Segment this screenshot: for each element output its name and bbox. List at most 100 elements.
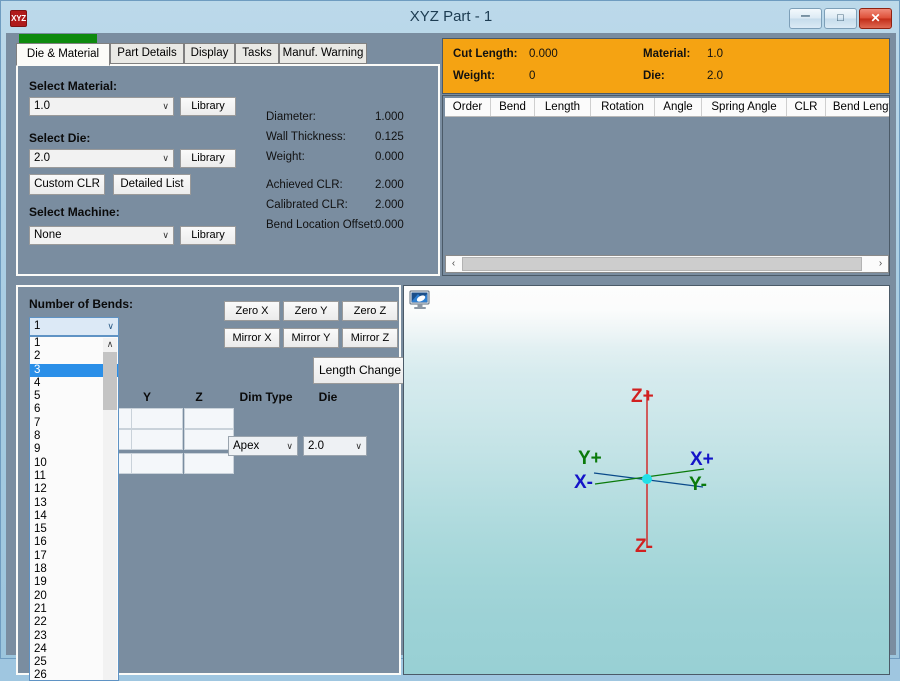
column-header-clr[interactable]: CLR bbox=[787, 98, 826, 117]
die-library-button[interactable]: Library bbox=[180, 149, 236, 168]
scroll-up-icon[interactable]: ∧ bbox=[103, 338, 117, 352]
wall-thickness-label: Wall Thickness: bbox=[266, 131, 346, 143]
axis-label-x-plus: X+ bbox=[690, 449, 714, 471]
tab-label: Die & Material bbox=[27, 48, 99, 60]
detailed-list-button[interactable]: Detailed List bbox=[113, 174, 191, 195]
window-title: XYZ Part - 1 bbox=[1, 8, 900, 25]
achieved-clr-value: 2.000 bbox=[375, 179, 404, 191]
column-header-spring-angle[interactable]: Spring Angle bbox=[702, 98, 787, 117]
grid-header-die: Die bbox=[310, 390, 346, 404]
column-header-bend-length[interactable]: Bend Length bbox=[826, 98, 889, 117]
cell-y-row2[interactable] bbox=[131, 429, 183, 450]
cut-length-label: Cut Length: bbox=[453, 48, 518, 60]
cell-z-row2[interactable] bbox=[184, 429, 234, 450]
length-change-button[interactable]: Length Change bbox=[313, 357, 407, 384]
button-label: Library bbox=[191, 152, 225, 164]
material-select-value: 1.0 bbox=[34, 100, 50, 112]
machine-select[interactable]: None ∨ bbox=[29, 226, 174, 245]
cell-z-row3[interactable] bbox=[184, 453, 234, 474]
material-library-button[interactable]: Library bbox=[180, 97, 236, 116]
mirror-y-button[interactable]: Mirror Y bbox=[283, 328, 339, 348]
dropdown-scrollbar-thumb[interactable] bbox=[103, 352, 117, 410]
grid-header-y: Y bbox=[132, 390, 162, 404]
cell-z-row1[interactable] bbox=[184, 408, 234, 429]
status-bar bbox=[6, 655, 896, 660]
chevron-down-icon: ∨ bbox=[355, 437, 362, 455]
axis-label-z-plus: Z+ bbox=[631, 386, 654, 408]
zero-x-button[interactable]: Zero X bbox=[224, 301, 280, 321]
bend-table-horizontal-scrollbar[interactable]: ‹ › bbox=[445, 255, 889, 273]
column-header-bend[interactable]: Bend bbox=[491, 98, 535, 117]
material-value: 1.0 bbox=[707, 48, 723, 60]
bend-location-offset-value: 0.000 bbox=[375, 219, 404, 231]
tab-part-details[interactable]: Part Details bbox=[110, 43, 184, 64]
tab-display[interactable]: Display bbox=[184, 43, 235, 64]
button-label: Library bbox=[191, 100, 225, 112]
cut-length-value: 0.000 bbox=[529, 48, 558, 60]
bend-table-body[interactable] bbox=[445, 117, 889, 255]
3d-viewport[interactable]: Z+ Z- X+ X- Y+ Y- bbox=[403, 285, 890, 675]
machine-select-value: None bbox=[34, 229, 62, 241]
tab-label: Part Details bbox=[117, 47, 176, 59]
die-and-material-panel: Select Material: 1.0 ∨ Library Select Di… bbox=[16, 64, 440, 276]
scroll-right-icon[interactable]: › bbox=[873, 256, 888, 272]
minimize-button[interactable]: – bbox=[789, 8, 822, 29]
title-bar: XYZ XYZ Part - 1 – □ ✕ bbox=[1, 1, 900, 35]
button-label: Custom CLR bbox=[34, 178, 100, 190]
button-label: Length Change bbox=[319, 363, 401, 377]
custom-clr-button[interactable]: Custom CLR bbox=[29, 174, 105, 195]
machine-library-button[interactable]: Library bbox=[180, 226, 236, 245]
cell-y-row1[interactable] bbox=[131, 408, 183, 429]
tab-label: Manuf. Warning bbox=[283, 47, 364, 59]
maximize-icon: □ bbox=[825, 9, 856, 28]
application-window: XYZ XYZ Part - 1 – □ ✕ Die & Material Pa… bbox=[0, 0, 900, 659]
column-header-length[interactable]: Length bbox=[535, 98, 591, 117]
diameter-value: 1.000 bbox=[375, 111, 404, 123]
mirror-z-button[interactable]: Mirror Z bbox=[342, 328, 398, 348]
die-select[interactable]: 2.0 ∨ bbox=[29, 149, 174, 168]
bend-table-header-row: Order Bend Length Rotation Angle Spring … bbox=[445, 98, 889, 117]
dim-type-value: Apex bbox=[233, 440, 259, 452]
achieved-clr-label: Achieved CLR: bbox=[266, 179, 343, 191]
dim-type-select[interactable]: Apex ∨ bbox=[228, 436, 298, 456]
axis-indicator bbox=[404, 286, 890, 675]
number-of-bends-dropdown-list[interactable]: 1234567891011121314151617181920212223242… bbox=[29, 336, 119, 681]
bend-location-offset-label: Bend Location Offset: bbox=[266, 219, 376, 231]
client-area: Die & Material Part Details Display Task… bbox=[6, 33, 896, 655]
weight-value: 0 bbox=[529, 70, 535, 82]
zero-z-button[interactable]: Zero Z bbox=[342, 301, 398, 321]
tab-die-and-material[interactable]: Die & Material bbox=[16, 43, 110, 66]
number-of-bends-select[interactable]: 1 ∨ bbox=[29, 317, 119, 336]
tab-tasks[interactable]: Tasks bbox=[235, 43, 279, 64]
material-select[interactable]: 1.0 ∨ bbox=[29, 97, 174, 116]
column-header-angle[interactable]: Angle bbox=[655, 98, 702, 117]
wall-thickness-value: 0.125 bbox=[375, 131, 404, 143]
axis-label-z-minus: Z- bbox=[635, 536, 653, 558]
cell-y-row3[interactable] bbox=[131, 453, 183, 474]
bend-table: Order Bend Length Rotation Angle Spring … bbox=[442, 95, 890, 276]
mirror-x-button[interactable]: Mirror X bbox=[224, 328, 280, 348]
dropdown-scrollbar[interactable]: ∧ bbox=[103, 338, 117, 681]
axis-label-y-minus: Y- bbox=[689, 474, 707, 496]
button-label: Detailed List bbox=[120, 178, 183, 190]
tab-manuf-warning[interactable]: Manuf. Warning bbox=[279, 43, 367, 64]
calibrated-clr-value: 2.000 bbox=[375, 199, 404, 211]
material-label: Material: bbox=[643, 48, 690, 60]
minimize-icon: – bbox=[790, 9, 821, 28]
column-header-order[interactable]: Order bbox=[445, 98, 491, 117]
chevron-down-icon: ∨ bbox=[286, 437, 293, 455]
weight-label: Weight: bbox=[266, 151, 305, 163]
column-header-rotation[interactable]: Rotation bbox=[591, 98, 655, 117]
scroll-left-icon[interactable]: ‹ bbox=[446, 256, 461, 272]
row-die-value: 2.0 bbox=[308, 440, 324, 452]
diameter-label: Diameter: bbox=[266, 111, 316, 123]
maximize-button[interactable]: □ bbox=[824, 8, 857, 29]
number-of-bends-value: 1 bbox=[34, 320, 40, 332]
button-label: Library bbox=[191, 229, 225, 241]
close-icon: ✕ bbox=[860, 9, 891, 28]
tab-label: Tasks bbox=[242, 47, 271, 59]
close-button[interactable]: ✕ bbox=[859, 8, 892, 29]
zero-y-button[interactable]: Zero Y bbox=[283, 301, 339, 321]
scrollbar-thumb[interactable] bbox=[462, 257, 862, 271]
row-die-select[interactable]: 2.0 ∨ bbox=[303, 436, 367, 456]
